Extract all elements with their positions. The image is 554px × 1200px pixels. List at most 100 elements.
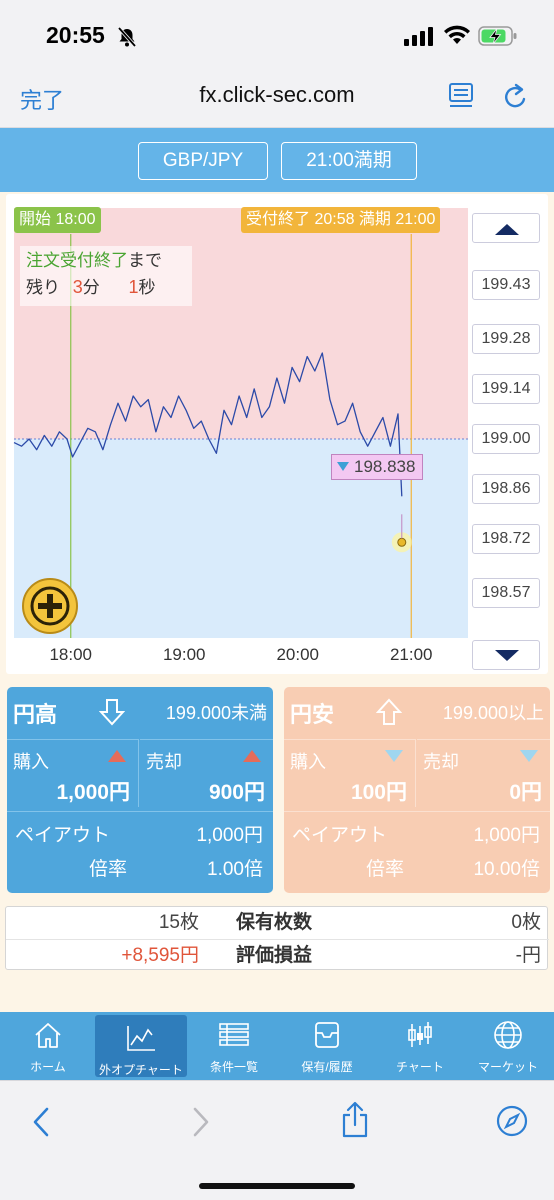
scroll-up-button[interactable]	[472, 213, 540, 243]
forward-icon[interactable]	[190, 1106, 212, 1138]
rate-label: 倍率	[89, 859, 128, 880]
zoom-plus-button[interactable]	[22, 578, 78, 634]
tab-holdings-history[interactable]: 保有/履歴	[281, 1012, 373, 1080]
countdown-box: 注文受付終了まで 残り 3分 1秒	[20, 246, 192, 306]
payout-label: ペイアウト	[15, 825, 111, 846]
triangle-down-blue-icon	[520, 750, 538, 762]
back-icon[interactable]	[30, 1106, 52, 1138]
yen-strong-panel[interactable]: 円高 199.000未満 購入 1,000円 売却 900円 ペイアウト 1,00…	[7, 687, 273, 893]
y-axis-label: 199.28	[472, 323, 540, 354]
payout-section: ペイアウト 1,000円 倍率 1.00倍	[7, 811, 273, 893]
triangle-down-icon	[495, 650, 519, 661]
status-bar: 20:55	[0, 0, 554, 62]
triangle-up-red-icon	[243, 750, 261, 762]
line-chart-icon	[127, 1026, 155, 1051]
globe-icon	[494, 1021, 522, 1049]
accept-end-tag: 受付終了 20:58 満期 21:00	[241, 207, 441, 233]
arrow-up-icon	[376, 698, 402, 725]
share-icon[interactable]	[340, 1101, 370, 1139]
buy-label: 購入	[290, 752, 326, 772]
x-axis-label: 18:00	[49, 645, 93, 664]
triangle-up-icon	[495, 224, 519, 235]
buy-cell[interactable]: 購入 100円	[284, 739, 416, 807]
pl-label: 評価損益	[236, 945, 313, 966]
price-down-marker-icon	[337, 462, 349, 471]
rate-value: 10.00倍	[473, 859, 540, 880]
y-axis-label: 198.86	[472, 474, 540, 505]
rate-label: 倍率	[366, 859, 405, 880]
buy-cell[interactable]: 購入 1,000円	[7, 739, 139, 807]
currency-pair-selector[interactable]: GBP/JPY	[138, 142, 268, 180]
selector-bar: GBP/JPY 21:00満期	[0, 128, 554, 192]
tab-chart[interactable]: チャート	[374, 1012, 466, 1080]
y-axis-label: 199.14	[472, 373, 540, 404]
home-indicator	[199, 1183, 355, 1189]
y-axis-label: 199.00	[472, 424, 540, 454]
tab-market[interactable]: マーケット	[462, 1012, 554, 1080]
battery-charging-icon	[478, 26, 517, 46]
done-button[interactable]: 完了	[20, 83, 64, 115]
triangle-down-blue-icon	[385, 750, 403, 762]
buy-label: 購入	[13, 752, 49, 772]
triangle-up-red-icon	[108, 750, 126, 762]
sell-cell[interactable]: 売却 900円	[140, 739, 273, 807]
reader-list-icon[interactable]	[448, 82, 474, 110]
compass-icon[interactable]	[496, 1105, 528, 1137]
current-price: 198.838	[354, 457, 416, 476]
panel-title: 円高	[13, 702, 58, 727]
x-axis-label: 20:00	[276, 645, 320, 664]
payout-value: 1,000円	[473, 825, 540, 846]
y-axis-label: 198.57	[472, 578, 540, 608]
down-pl: +8,595円	[121, 945, 199, 966]
payout-label: ペイアウト	[292, 825, 388, 846]
countdown-minutes: 3	[72, 277, 83, 297]
tab-label: 外オプチャート	[99, 1063, 183, 1077]
silent-bell-icon	[117, 26, 137, 48]
up-pl: -円	[515, 945, 541, 966]
x-axis-label: 21:00	[389, 645, 433, 664]
countdown-prefix: 残り	[26, 278, 60, 297]
current-price-dot	[397, 537, 407, 547]
countdown-sec-unit: 秒	[138, 278, 156, 297]
sell-cell[interactable]: 売却 0円	[417, 739, 550, 807]
countdown-label: 注文受付終了	[26, 251, 128, 270]
payout-value: 1,000円	[196, 825, 263, 846]
tab-label: チャート	[396, 1060, 444, 1074]
tab-bar: ホーム 外オプチャート 条件一覧 保有/履歴 チャート マーケット	[0, 1012, 554, 1080]
start-time-tag: 開始 18:00	[14, 207, 101, 233]
scroll-down-button[interactable]	[472, 640, 540, 670]
yen-weak-panel[interactable]: 円安 199.000以上 購入 100円 売却 0円 ペイアウト 1,000円 倍…	[284, 687, 550, 893]
tray-icon	[315, 1022, 339, 1048]
expiry-selector[interactable]: 21:00満期	[281, 142, 417, 180]
count-label: 保有枚数	[236, 912, 313, 933]
up-zone	[14, 208, 468, 439]
y-axis-label: 198.72	[472, 524, 540, 555]
holdings-summary: 15枚 保有枚数 0枚 +8,595円 評価損益 -円	[5, 906, 549, 971]
countdown-min-unit: 分	[82, 278, 100, 297]
countdown-label-suffix: まで	[128, 251, 162, 270]
buy-value: 100円	[350, 781, 407, 804]
home-icon	[35, 1023, 61, 1048]
browser-toolbar	[0, 1080, 554, 1200]
browser-header: 完了 fx.click-sec.com	[0, 62, 554, 128]
sell-value: 900円	[208, 781, 265, 804]
tab-home[interactable]: ホーム	[2, 1012, 94, 1080]
panel-title: 円安	[290, 702, 335, 727]
sell-label: 売却	[146, 752, 182, 772]
panel-condition: 199.000以上	[442, 703, 544, 723]
y-axis-label: 199.43	[472, 270, 540, 300]
tab-option-chart[interactable]: 外オプチャート	[95, 1015, 187, 1077]
arrow-down-icon	[99, 699, 125, 726]
holdings-pl-row: +8,595円 評価損益 -円	[6, 939, 549, 971]
sell-value: 0円	[509, 781, 542, 804]
reload-icon[interactable]	[502, 82, 530, 112]
panel-condition: 199.000未満	[165, 703, 267, 723]
tab-label: 保有/履歴	[301, 1060, 353, 1074]
countdown-seconds: 1	[128, 277, 139, 297]
list-icon	[219, 1023, 249, 1046]
current-price-box: 198.838	[331, 454, 423, 480]
payout-section: ペイアウト 1,000円 倍率 10.00倍	[284, 811, 550, 893]
tab-conditions[interactable]: 条件一覧	[188, 1012, 280, 1080]
candlestick-icon	[408, 1022, 432, 1047]
signal-icon	[404, 27, 433, 46]
